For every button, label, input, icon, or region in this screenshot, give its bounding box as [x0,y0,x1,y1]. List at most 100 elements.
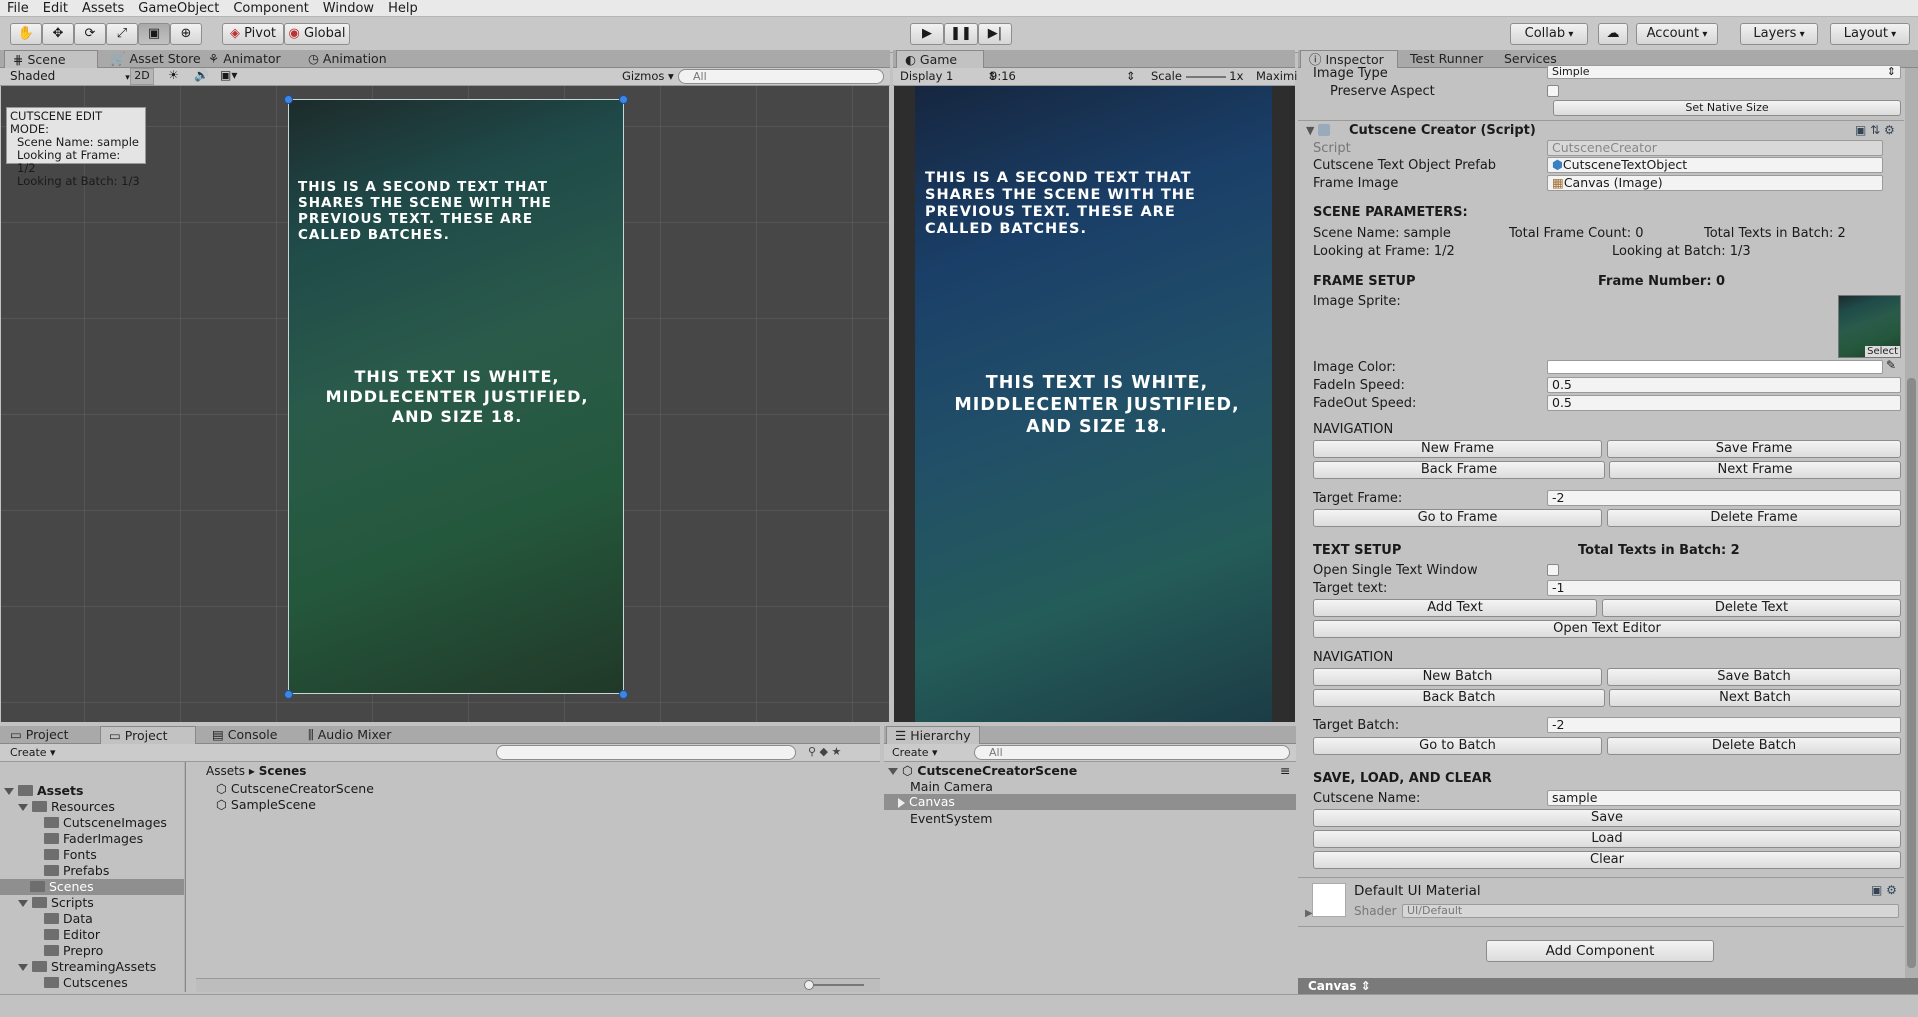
help-icon[interactable]: ▣ ⇅ ⚙ [1855,123,1895,137]
menu-gameobject[interactable]: GameObject [131,0,226,17]
project-create-dropdown[interactable]: Create ▾ [10,746,56,759]
next-frame-button[interactable]: Next Frame [1609,461,1901,479]
save-batch-button[interactable]: Save Batch [1607,668,1901,686]
tab-audio-mixer[interactable]: ⫼ Audio Mixer [300,726,399,744]
shading-dropdown[interactable]: Shaded ▾ [10,69,130,83]
breadcrumb-scenes[interactable]: Scenes [259,764,307,778]
tab-scene[interactable]: ⋕ Scene [4,50,98,68]
mode-2d-toggle[interactable]: 2D [130,68,154,85]
hierarchy-create-dropdown[interactable]: Create ▾ [892,746,938,759]
back-frame-button[interactable]: Back Frame [1313,461,1605,479]
target-text-input[interactable]: -1 [1547,580,1901,596]
shader-dropdown[interactable]: UI/Default [1402,904,1899,918]
menu-help[interactable]: Help [381,0,425,17]
new-frame-button[interactable]: New Frame [1313,440,1602,458]
scale-slider[interactable]: Scale 1x [1151,69,1243,83]
next-batch-button[interactable]: Next Batch [1609,689,1901,707]
tree-streamingassets[interactable]: StreamingAssets [0,959,184,975]
game-view[interactable]: This is a second text that shares the sc… [894,86,1295,722]
tree-assets[interactable]: Assets [0,783,184,799]
play-button[interactable]: ▶ [910,23,944,45]
effects-icon[interactable]: ▣▾ [220,68,237,82]
tab-asset-store[interactable]: 🛒 Asset Store [102,50,209,68]
clear-button[interactable]: Clear [1313,851,1901,869]
fadein-input[interactable]: 0.5 [1547,377,1901,393]
frame-image-field[interactable]: ▦Canvas (Image) [1547,175,1883,191]
audio-icon[interactable]: 🔊 [194,68,209,82]
target-frame-input[interactable]: -2 [1547,490,1901,506]
delete-batch-button[interactable]: Delete Batch [1607,737,1901,755]
file-row[interactable]: ⬡ CutsceneCreatorScene [216,781,374,796]
cutscene-name-input[interactable]: sample [1547,790,1901,806]
maximize-toggle[interactable]: Maximi [1256,69,1297,83]
hierarchy-item-canvas[interactable]: Canvas [884,794,1296,810]
add-text-button[interactable]: Add Text [1313,599,1597,617]
account-dropdown[interactable]: Account [1636,23,1718,45]
breadcrumb-assets[interactable]: Assets [206,764,245,778]
hierarchy-search-input[interactable]: All [974,745,1290,760]
tree-scripts[interactable]: Scripts [0,895,184,911]
hierarchy-scene-row[interactable]: ⬡ CutsceneCreatorScene ≡ [888,763,1290,778]
tree-cutscenes[interactable]: Cutscenes [0,975,184,991]
tab-animator[interactable]: ⚘ Animator [200,50,289,68]
go-to-frame-button[interactable]: Go to Frame [1313,509,1602,527]
target-batch-input[interactable]: -2 [1547,717,1901,733]
tree-faderimages[interactable]: FaderImages [0,831,184,847]
save-button[interactable]: Save [1313,809,1901,827]
gizmos-dropdown[interactable]: Gizmos ▾ [622,69,674,83]
preserve-aspect-checkbox[interactable] [1547,85,1559,97]
file-row[interactable]: ⬡ SampleScene [216,797,316,812]
set-native-size-button[interactable]: Set Native Size [1553,100,1901,116]
icon-size-slider[interactable] [804,980,864,990]
rect-handle-bottom-left[interactable] [284,690,293,699]
inspector-scroll-thumb[interactable] [1907,378,1916,968]
hierarchy-item-eventsystem[interactable]: EventSystem [910,811,992,826]
scene-search-input[interactable]: All [678,69,884,84]
scene-second-text[interactable]: This is a second text that shares the sc… [298,179,598,243]
component-foldout-icon[interactable]: ▼ [1306,124,1314,137]
aspect-dropdown[interactable]: 9:16 ⇕ [990,69,1140,83]
go-to-batch-button[interactable]: Go to Batch [1313,737,1602,755]
project-search-input[interactable] [496,745,796,760]
layers-dropdown[interactable]: Layers [1740,23,1818,45]
move-tool-icon[interactable]: ✥ [42,23,74,45]
pivot-toggle[interactable]: ◈ Pivot [222,23,284,45]
tree-editor[interactable]: Editor [0,927,184,943]
pause-button[interactable]: ❚❚ [944,23,978,45]
rect-handle-top-right[interactable] [619,95,628,104]
back-batch-button[interactable]: Back Batch [1313,689,1605,707]
inspector-scrollbar[interactable] [1905,68,1918,978]
tree-scenes[interactable]: Scenes [0,879,184,895]
rect-handle-bottom-right[interactable] [619,690,628,699]
image-type-dropdown[interactable]: Simple ⇕ [1547,65,1901,79]
open-text-editor-button[interactable]: Open Text Editor [1313,620,1901,638]
scene-view[interactable]: CUTSCENE EDIT MODE: Scene Name: sample L… [1,86,889,722]
tree-prepro[interactable]: Prepro [0,943,184,959]
tab-game[interactable]: ◐ Game [896,50,984,68]
menu-file[interactable]: File [0,0,36,17]
eyedropper-icon[interactable]: ✎ [1886,358,1896,372]
menu-assets[interactable]: Assets [75,0,131,17]
tree-resources[interactable]: Resources [0,799,184,815]
rotate-tool-icon[interactable]: ⟳ [74,23,106,45]
open-single-checkbox[interactable] [1547,564,1559,576]
prefab-field[interactable]: ⬢CutsceneTextObject [1547,157,1883,173]
tree-fonts[interactable]: Fonts [0,847,184,863]
tab-project-2[interactable]: ▭ Project [100,726,196,744]
tree-prefabs[interactable]: Prefabs [0,863,184,879]
hierarchy-item-main-camera[interactable]: Main Camera [910,779,993,794]
scene-white-text[interactable]: This text is white, MiddleCenter justifi… [309,367,605,427]
load-button[interactable]: Load [1313,830,1901,848]
collab-dropdown[interactable]: Collab [1510,23,1588,45]
tab-console[interactable]: ▤ Console [204,726,285,744]
global-toggle[interactable]: ◉ Global [284,23,350,45]
sprite-thumbnail[interactable]: Select [1838,295,1901,358]
scene-canvas-rect[interactable]: This is a second text that shares the sc… [288,99,624,694]
hand-tool-icon[interactable]: ✋ [10,23,42,45]
add-component-button[interactable]: Add Component [1486,940,1714,962]
new-batch-button[interactable]: New Batch [1313,668,1602,686]
save-frame-button[interactable]: Save Frame [1607,440,1901,458]
tab-hierarchy[interactable]: ☰ Hierarchy [886,726,980,744]
filter-icons[interactable]: ⚲ ◆ ★ [808,745,841,758]
fadeout-input[interactable]: 0.5 [1547,395,1901,411]
